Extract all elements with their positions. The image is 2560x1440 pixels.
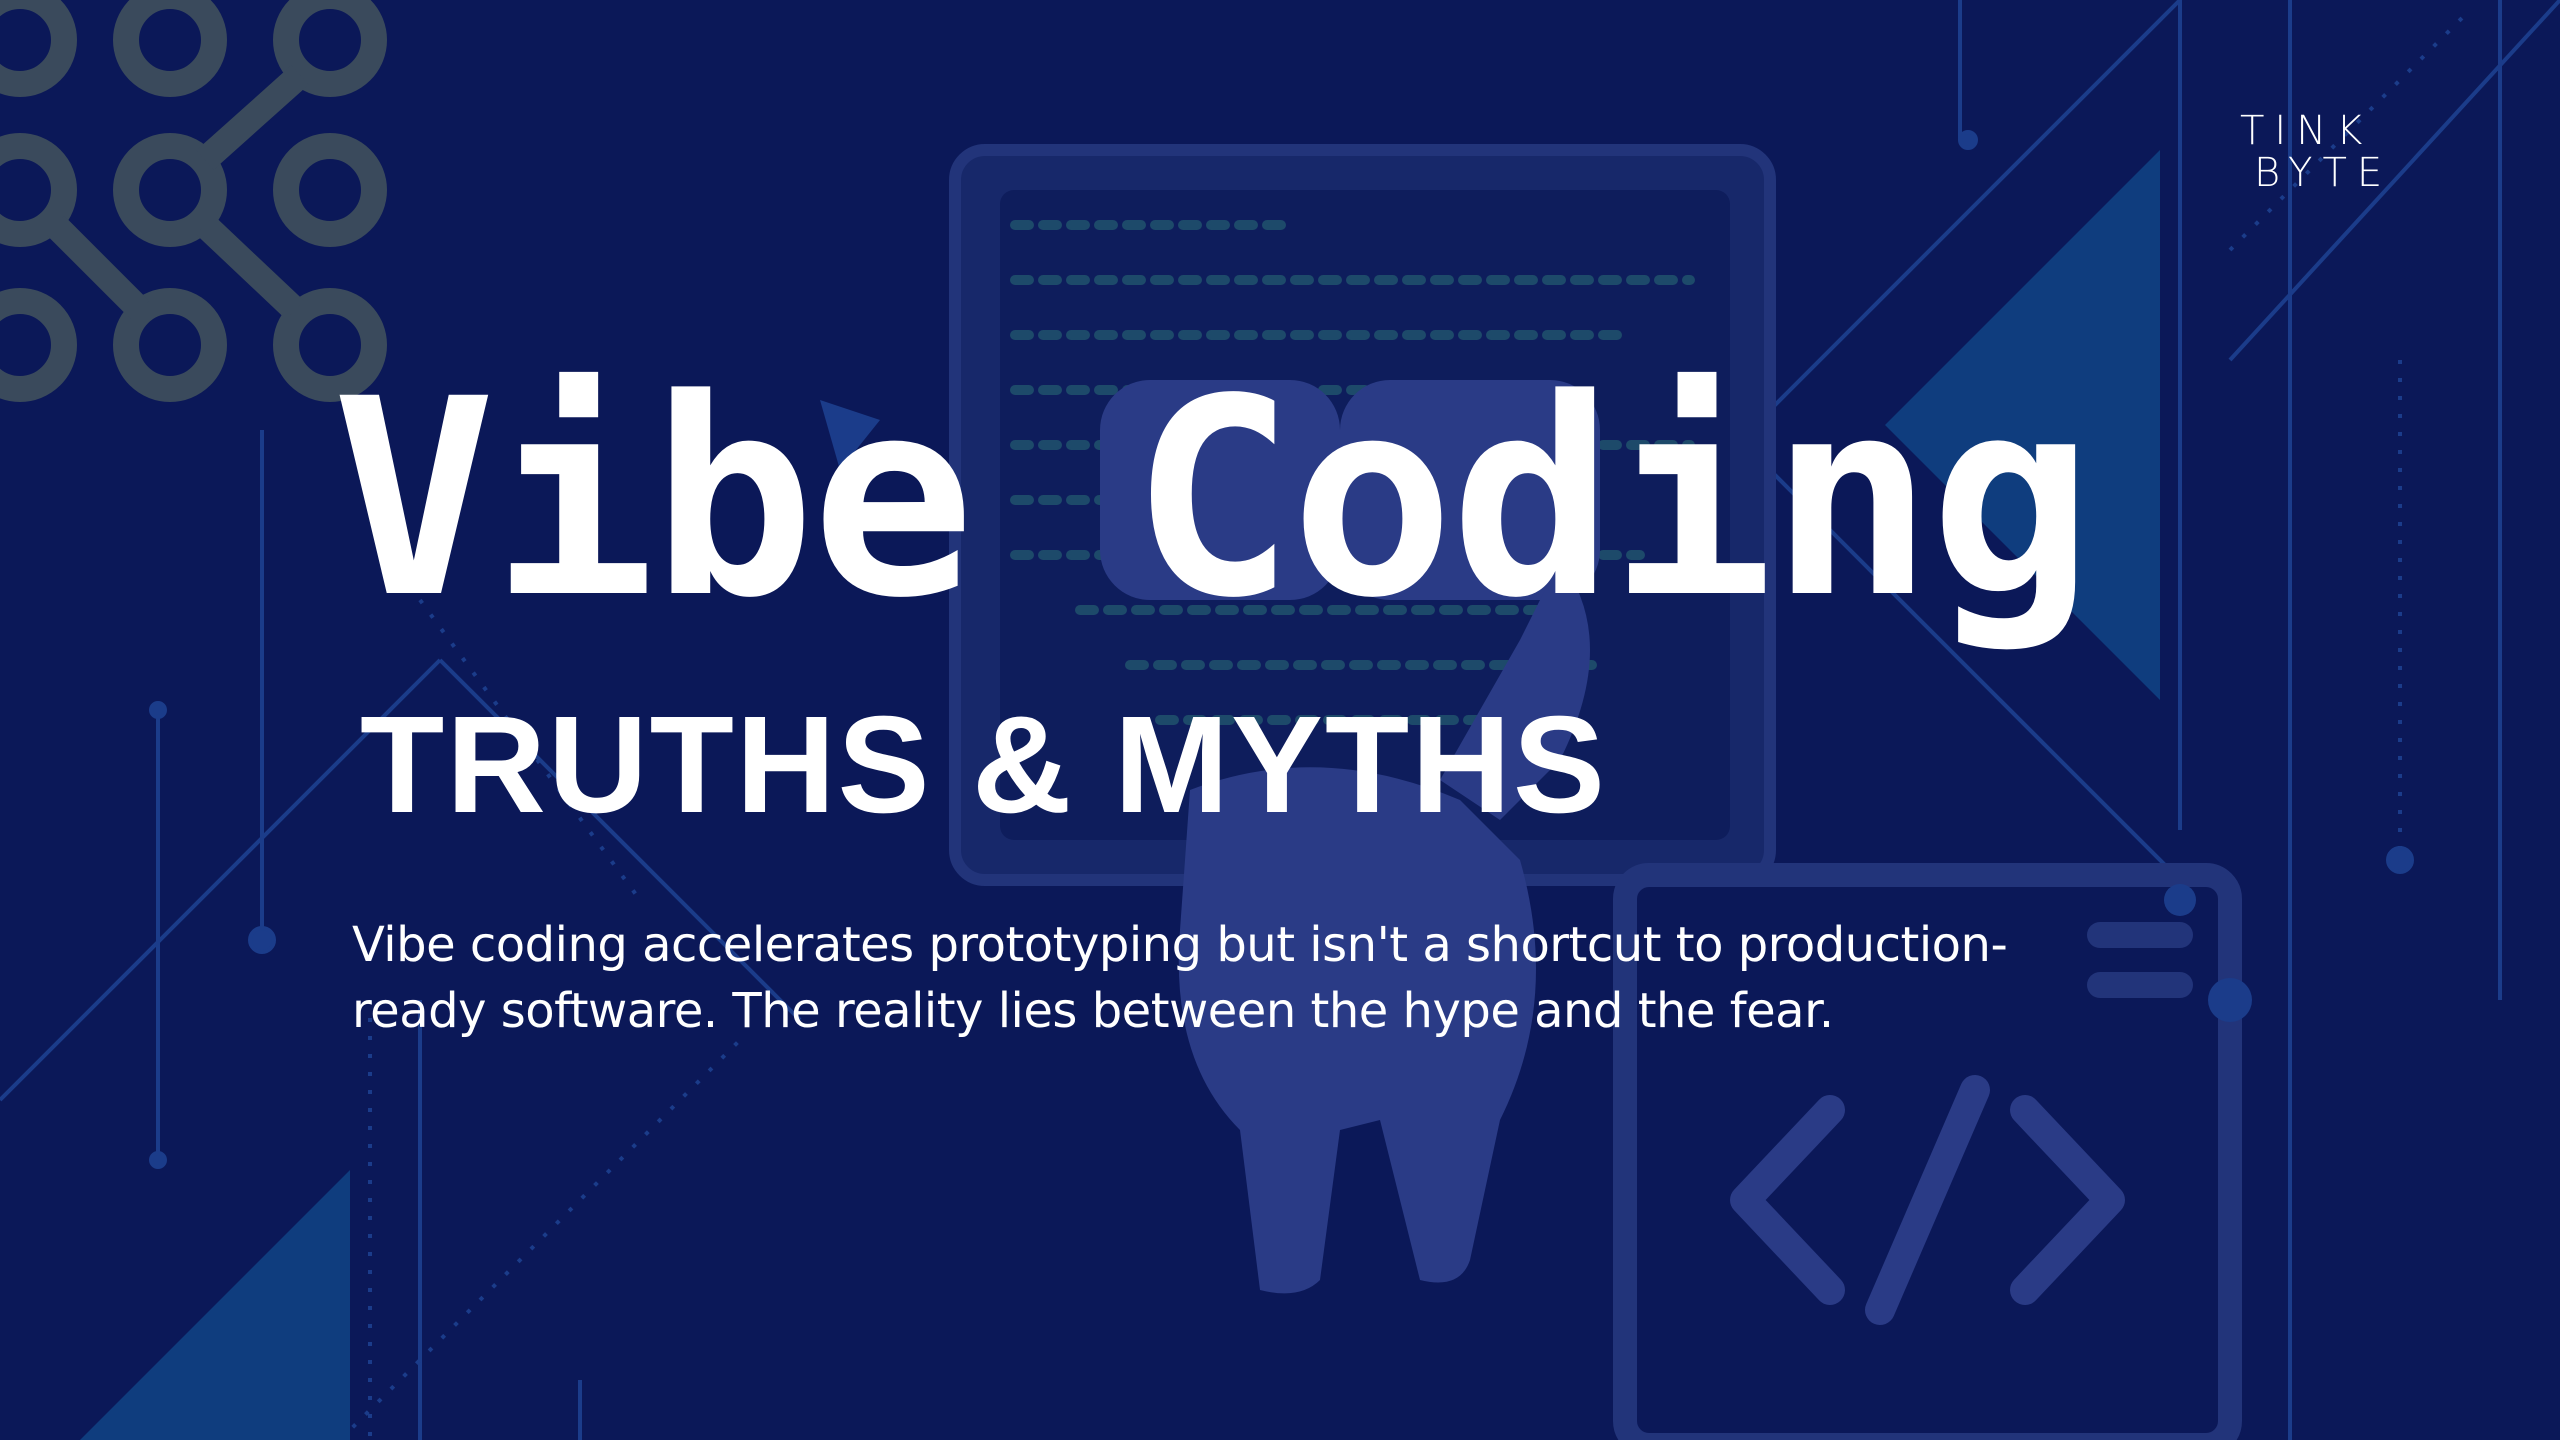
logo-line-2: BYTE <box>2254 150 2393 196</box>
slide-canvas: TINK BYTE Vibe Coding TRUTHS & MYTHS Vib… <box>0 0 2560 1440</box>
tinkbyte-logo: TINK BYTE <box>2240 110 2430 210</box>
triangle-accent-left <box>80 1170 350 1440</box>
logo-line-1: TINK <box>2240 108 2373 154</box>
node-grid-icon <box>0 0 387 402</box>
description-text: Vibe coding accelerates prototyping but … <box>352 917 2008 1039</box>
page-title: Vibe Coding <box>332 342 2093 658</box>
page-subtitle: TRUTHS & MYTHS <box>360 688 1607 842</box>
